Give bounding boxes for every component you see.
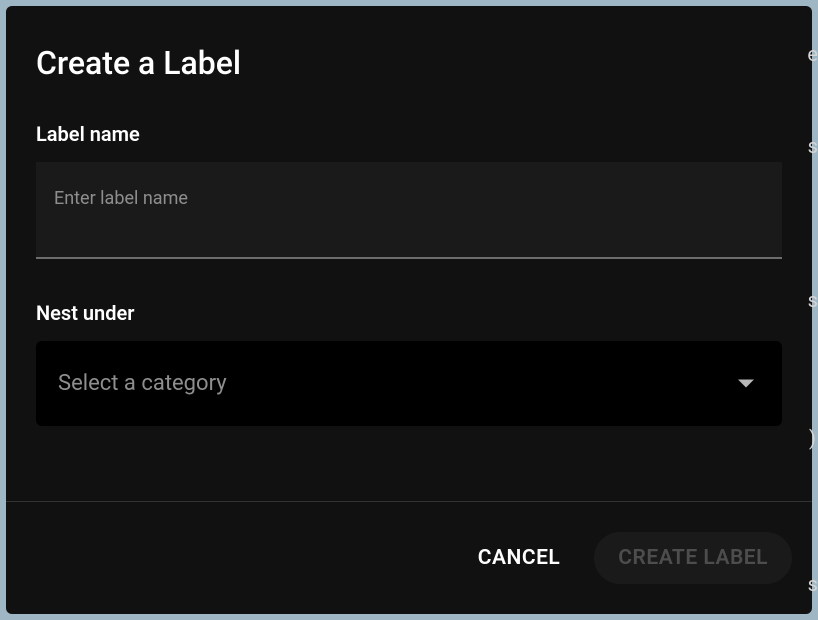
modal-footer: CANCEL CREATE LABEL: [6, 501, 812, 614]
category-select[interactable]: Select a category: [36, 341, 782, 426]
modal-title: Create a Label: [36, 44, 782, 82]
nest-under-label: Nest under: [36, 301, 782, 325]
category-select-wrapper: Select a category: [36, 341, 782, 426]
modal-content: Create a Label Label name Nest under Sel…: [6, 6, 812, 501]
label-name-field-group: Label name: [36, 122, 782, 259]
create-label-button[interactable]: CREATE LABEL: [594, 532, 792, 584]
nest-under-field-group: Nest under Select a category: [36, 301, 782, 426]
label-name-label: Label name: [36, 122, 782, 146]
label-name-input[interactable]: [36, 162, 782, 259]
cancel-button[interactable]: CANCEL: [460, 534, 579, 582]
create-label-modal: e s s ) s Create a Label Label name Nest…: [6, 6, 812, 614]
